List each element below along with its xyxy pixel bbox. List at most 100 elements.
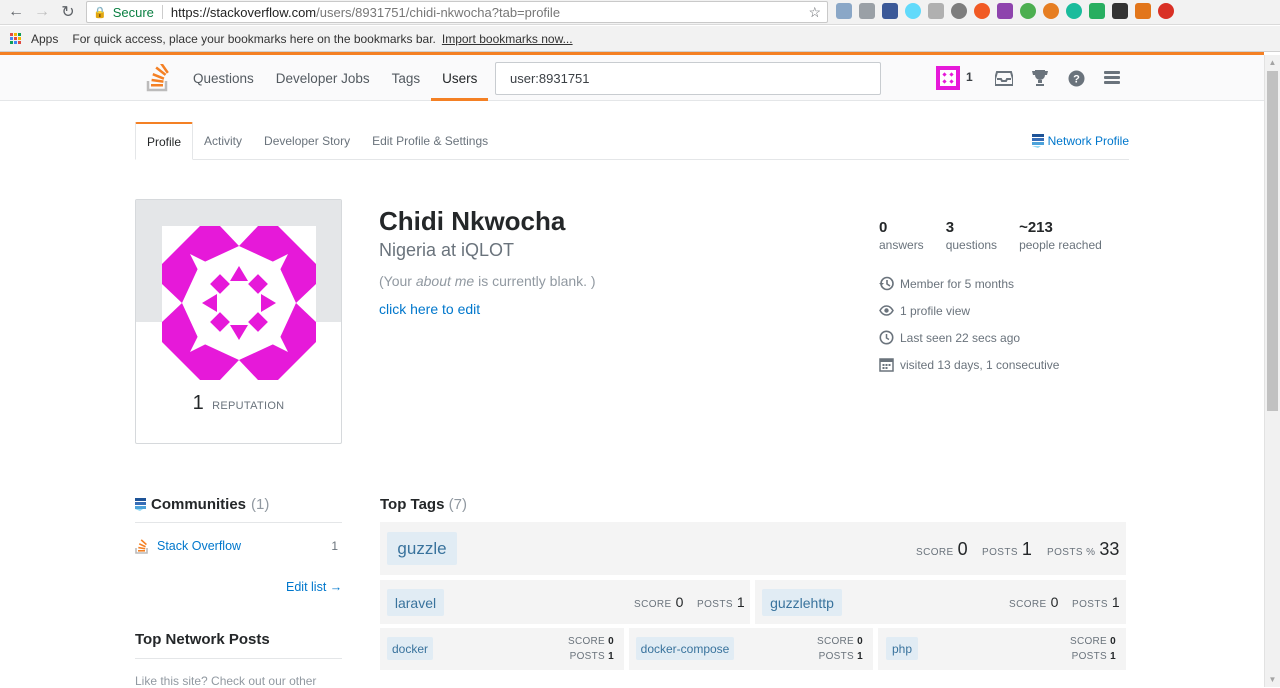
about-suffix: is currently blank. ) — [474, 273, 596, 289]
tab-developer-story[interactable]: Developer Story — [253, 122, 361, 160]
posts-label: POSTS — [569, 651, 606, 662]
tag-laravel-score: SCORE 0 — [634, 594, 683, 610]
tag-php[interactable]: php — [886, 637, 918, 660]
help-icon[interactable]: ? — [1066, 68, 1086, 88]
tag-laravel[interactable]: laravel — [387, 589, 444, 616]
back-arrow-icon[interactable]: ← — [4, 0, 28, 24]
facebook-icon[interactable] — [882, 3, 898, 19]
extension-icon[interactable] — [1112, 3, 1128, 19]
tab-profile[interactable]: Profile — [135, 122, 194, 160]
score-label: SCORE — [1069, 636, 1108, 647]
extension-icon[interactable] — [951, 3, 967, 19]
top-tags-heading: Top Tags (7) — [380, 496, 467, 513]
extension-icon[interactable] — [974, 3, 990, 19]
reputation-line: 1 REPUTATION — [136, 392, 341, 415]
stat-questions[interactable]: 3 questions — [946, 219, 997, 252]
tag-docker[interactable]: docker — [387, 637, 433, 660]
extension-icon[interactable] — [1066, 3, 1082, 19]
communities-title: Communities — [151, 496, 247, 513]
top-tag-row: docker-compose SCORE 0 POSTS 1 — [629, 628, 873, 670]
topbar-reputation[interactable]: 1 — [966, 70, 973, 84]
posts-value: 1 — [1110, 651, 1116, 662]
extension-icon[interactable] — [997, 3, 1013, 19]
tab-activity[interactable]: Activity — [193, 122, 253, 160]
profile-tabs: Profile Activity Developer Story Edit Pr… — [135, 122, 1129, 160]
forward-arrow-icon[interactable]: → — [30, 0, 54, 24]
score-label: SCORE — [1009, 599, 1047, 610]
score-value: 0 — [857, 636, 863, 647]
top-network-posts-heading: Top Network Posts — [135, 631, 270, 648]
nav-tags[interactable]: Tags — [381, 55, 432, 101]
extension-icon[interactable] — [1089, 3, 1105, 19]
achievements-trophy-icon[interactable] — [1030, 68, 1050, 88]
extension-icon[interactable] — [859, 3, 875, 19]
react-icon[interactable] — [905, 3, 921, 19]
tag-guzzlehttp-posts: POSTS 1 — [1072, 594, 1120, 610]
url-path: /users/8931751/chidi-nkwocha?tab=profile — [316, 4, 561, 20]
tab-edit-profile[interactable]: Edit Profile & Settings — [361, 122, 499, 160]
browser-toolbar: ← → ↻ 🔒 Secure https://stackoverflow.com… — [0, 0, 1280, 25]
tag-guzzlehttp[interactable]: guzzlehttp — [762, 589, 842, 616]
tag-docker-stats: SCORE 0 POSTS 1 — [556, 634, 614, 664]
score-label: SCORE — [916, 547, 954, 558]
extension-icon[interactable] — [836, 3, 852, 19]
network-profile-link[interactable]: Network Profile — [1031, 134, 1129, 148]
nav-questions[interactable]: Questions — [182, 55, 265, 101]
meta-profile-views: 1 profile view — [879, 297, 1059, 324]
tag-docker-compose[interactable]: docker-compose — [636, 637, 734, 660]
score-line: SCORE 0 — [556, 634, 614, 649]
posts-value: 1 — [608, 651, 614, 662]
scroll-down-arrow-icon[interactable]: ▼ — [1265, 672, 1280, 687]
bookmark-star-icon[interactable]: ☆ — [808, 4, 821, 21]
meta-last-seen: Last seen 22 secs ago — [879, 324, 1059, 351]
apps-label[interactable]: Apps — [31, 32, 58, 46]
community-item-stackoverflow[interactable]: Stack Overflow 1 — [135, 538, 342, 554]
posts-value: 1 — [1021, 539, 1032, 559]
top-tags-title: Top Tags — [380, 496, 445, 513]
scroll-thumb[interactable] — [1267, 71, 1278, 411]
posts-value: 1 — [857, 651, 863, 662]
stackexchange-icon — [1031, 134, 1044, 148]
metamask-icon[interactable] — [1135, 3, 1151, 19]
score-line: SCORE 0 — [1058, 634, 1116, 649]
visited-text: visited 13 days, 1 consecutive — [900, 357, 1060, 372]
stackexchange-menu-icon[interactable] — [1102, 68, 1122, 88]
page-scrollbar[interactable]: ▲ ▼ — [1264, 55, 1280, 687]
about-prefix: (Your — [379, 273, 416, 289]
angular-icon[interactable] — [928, 3, 944, 19]
meta-visited: visited 13 days, 1 consecutive — [879, 351, 1059, 378]
top-tags-count: (7) — [448, 496, 467, 513]
top-tag-row: laravel SCORE 0 POSTS 1 — [380, 580, 750, 624]
nav-developer-jobs[interactable]: Developer Jobs — [265, 55, 381, 101]
tag-docker-compose-stats: SCORE 0 POSTS 1 — [805, 634, 863, 664]
extension-icon[interactable] — [1043, 3, 1059, 19]
stackoverflow-logo-icon[interactable] — [146, 64, 172, 92]
extension-icon[interactable] — [1020, 3, 1036, 19]
address-bar[interactable]: 🔒 Secure https://stackoverflow.com/users… — [86, 1, 828, 23]
score-line: SCORE 0 — [805, 634, 863, 649]
user-avatar[interactable] — [936, 66, 960, 90]
secure-label: Secure — [112, 4, 154, 20]
nav-users[interactable]: Users — [431, 55, 489, 101]
apps-grid-icon[interactable] — [10, 32, 22, 45]
reload-icon[interactable]: ↻ — [56, 0, 80, 24]
profile-avatar[interactable] — [162, 226, 316, 380]
stat-people-reached: ~213 people reached — [1019, 219, 1102, 252]
scroll-up-arrow-icon[interactable]: ▲ — [1265, 55, 1280, 70]
update-icon[interactable] — [1158, 3, 1174, 19]
edit-about-link[interactable]: click here to edit — [379, 301, 480, 317]
search-input[interactable] — [495, 62, 881, 95]
tag-guzzle[interactable]: guzzle — [387, 532, 457, 565]
score-value: 0 — [1050, 594, 1059, 610]
stat-questions-value: 3 — [945, 219, 955, 236]
stat-answers[interactable]: 0 answers — [879, 219, 924, 252]
edit-communities-link[interactable]: Edit list → — [286, 580, 342, 594]
posts-line: POSTS 1 — [1058, 649, 1116, 664]
score-value: 0 — [1110, 636, 1116, 647]
stat-answers-label: answers — [879, 238, 924, 252]
avatar-card: 1 REPUTATION — [135, 199, 342, 444]
eye-icon — [879, 303, 894, 318]
inbox-icon[interactable] — [994, 68, 1014, 88]
user-meta: Member for 5 months 1 profile view Last … — [879, 270, 1059, 378]
import-bookmarks-link[interactable]: Import bookmarks now... — [442, 32, 573, 46]
